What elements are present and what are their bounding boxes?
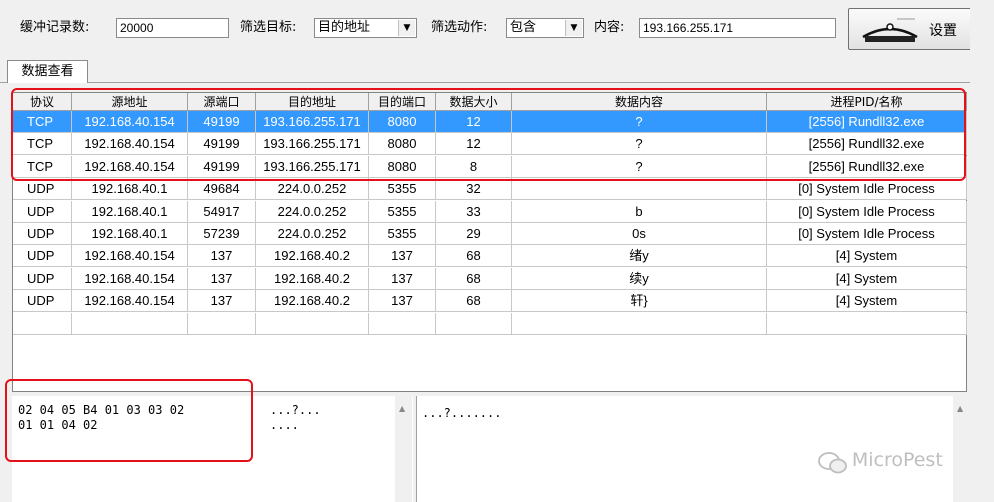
cell-size: 68	[436, 245, 512, 268]
cell-content: 绪y	[512, 245, 767, 268]
table-row[interactable]: UDP 192.168.40.154 137 192.168.40.2 137 68 续y[…	[13, 267, 967, 290]
cell-dst-addr: 224.0.0.252	[256, 178, 369, 201]
table-row[interactable]: UDP 192.168.40.1 49684 224.0.0.252 5355 32 [0]…	[13, 178, 967, 201]
watermark: MicroPest	[818, 449, 943, 474]
text-scrollbar[interactable]: ▲	[953, 396, 970, 502]
cell-src-addr: 192.168.40.1	[72, 178, 188, 201]
right-edge	[970, 0, 994, 502]
cell-dst-addr: 192.168.40.2	[256, 267, 369, 290]
cell-process: [0] System Idle Process	[767, 223, 967, 245]
cell-size: 68	[436, 290, 512, 313]
cell-process	[767, 312, 967, 335]
scroll-up-icon: ▲	[957, 404, 964, 413]
cell-dst-addr: 192.168.40.2	[256, 290, 369, 313]
cell-content: 0s	[512, 223, 767, 245]
cell-dst-port: 5355	[369, 200, 436, 223]
table-row[interactable]: UDP 192.168.40.154 137 192.168.40.2 137 68 绪y[…	[13, 245, 967, 268]
cell-protocol: UDP	[13, 200, 72, 223]
cell-protocol: UDP	[13, 223, 72, 245]
cell-src-port: 137	[188, 245, 256, 268]
cell-process: [4] System	[767, 267, 967, 290]
cell-src-addr: 192.168.40.154	[72, 245, 188, 268]
cell-content	[512, 312, 767, 335]
cell-src-port: 137	[188, 267, 256, 290]
filter-action-select[interactable]: 包含 ▼	[506, 18, 584, 38]
cell-src-addr: 192.168.40.1	[72, 223, 188, 245]
cell-process: [0] System Idle Process	[767, 178, 967, 201]
cell-size: 29	[436, 223, 512, 245]
cell-src-addr: 192.168.40.154	[72, 267, 188, 290]
ascii-scrollbar[interactable]: ▲	[395, 396, 412, 502]
text-content: ...?.......	[422, 406, 502, 420]
cell-src-port: 57239	[188, 223, 256, 245]
filter-action-label: 筛选动作:	[431, 20, 488, 35]
buffer-count-label: 缓冲记录数:	[20, 20, 90, 35]
cell-protocol: UDP	[13, 290, 72, 313]
cell-dst-port: 137	[369, 290, 436, 313]
hex-ascii-pane[interactable]: ...?... ....	[250, 396, 413, 502]
cell-src-addr: 192.168.40.154	[72, 290, 188, 313]
tab-data-view[interactable]: 数据查看	[7, 60, 88, 83]
cell-dst-addr: 224.0.0.252	[256, 200, 369, 223]
cell-dst-addr: 192.168.40.2	[256, 245, 369, 268]
table-row[interactable]: UDP 192.168.40.1 57239 224.0.0.252 5355 29 0s[…	[13, 223, 967, 245]
table-row[interactable]: UDP 192.168.40.154 137 192.168.40.2 137 68 轩}[…	[13, 290, 967, 313]
dropdown-arrow-icon: ▼	[565, 20, 582, 36]
filter-target-label: 筛选目标:	[240, 20, 297, 35]
dropdown-arrow-icon: ▼	[398, 20, 415, 36]
cell-content: 轩}	[512, 290, 767, 313]
table-row[interactable]	[13, 312, 967, 335]
cell-process: [4] System	[767, 245, 967, 268]
cell-dst-port: 5355	[369, 178, 436, 201]
cell-protocol	[13, 312, 72, 335]
cell-src-addr	[72, 312, 188, 335]
cell-content: b	[512, 200, 767, 223]
cell-dst-port: 137	[369, 245, 436, 268]
content-label: 内容:	[594, 20, 625, 35]
cell-protocol: UDP	[13, 267, 72, 290]
scroll-up-icon: ▲	[399, 404, 406, 413]
cell-size: 32	[436, 178, 512, 201]
cell-size: 33	[436, 200, 512, 223]
highlight-box-tcp-rows	[11, 88, 966, 181]
table-row[interactable]: UDP 192.168.40.1 54917 224.0.0.252 5355 33 b [0…	[13, 200, 967, 223]
cell-process: [0] System Idle Process	[767, 200, 967, 223]
settings-button[interactable]: 设置	[848, 8, 972, 50]
slider-tool-icon	[862, 18, 918, 42]
cell-dst-port	[369, 312, 436, 335]
content-input[interactable]: 193.166.255.171	[639, 18, 836, 38]
settings-label: 设置	[929, 23, 957, 39]
filter-action-value: 包含	[510, 20, 537, 35]
buffer-count-input[interactable]: 20000	[116, 18, 229, 38]
cell-dst-addr	[256, 312, 369, 335]
cell-size: 68	[436, 267, 512, 290]
watermark-text: MicroPest	[851, 449, 943, 471]
cell-process: [4] System	[767, 290, 967, 313]
cell-src-port: 54917	[188, 200, 256, 223]
cell-content	[512, 178, 767, 201]
cell-src-port: 137	[188, 290, 256, 313]
cell-dst-port: 137	[369, 267, 436, 290]
highlight-box-hex	[5, 379, 253, 462]
cell-content: 续y	[512, 267, 767, 290]
cell-src-port	[188, 312, 256, 335]
cell-protocol: UDP	[13, 245, 72, 268]
filter-target-select[interactable]: 目的地址 ▼	[314, 18, 417, 38]
filter-target-value: 目的地址	[318, 20, 371, 35]
tab-strip-line	[0, 82, 994, 83]
cell-dst-addr: 224.0.0.252	[256, 223, 369, 245]
cell-size	[436, 312, 512, 335]
cell-src-port: 49684	[188, 178, 256, 201]
hex-ascii: ...?... ....	[270, 403, 321, 432]
cell-src-addr: 192.168.40.1	[72, 200, 188, 223]
wechat-icon	[818, 451, 847, 473]
cell-dst-port: 5355	[369, 223, 436, 245]
cell-protocol: UDP	[13, 178, 72, 201]
